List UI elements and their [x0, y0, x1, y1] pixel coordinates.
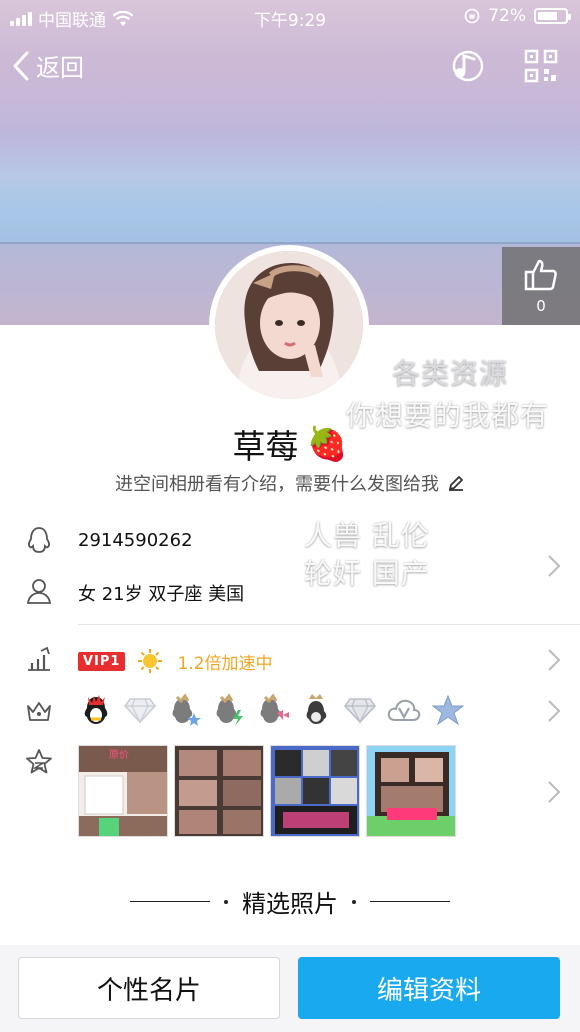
- qr-code-icon[interactable]: [524, 49, 558, 83]
- photo-thumbnail[interactable]: 原价: [78, 745, 168, 837]
- penguin-bolt-icon: [210, 692, 246, 728]
- back-button[interactable]: 返回: [12, 48, 84, 83]
- orientation-lock-icon: [464, 8, 480, 24]
- edit-pencil-icon[interactable]: [447, 474, 465, 492]
- battery-icon: [534, 8, 571, 24]
- photo-thumbnail[interactable]: [366, 745, 456, 837]
- user-icon: [22, 574, 56, 608]
- profile-details: 女 21岁 双子座 美国: [78, 584, 245, 605]
- qq-red-icon: [78, 692, 114, 728]
- thumbs-up-icon: [524, 259, 557, 291]
- chevron-left-icon: [13, 51, 29, 80]
- profile-bio[interactable]: 进空间相册看有介绍，需要什么发图给我: [0, 470, 580, 496]
- selected-photos-header: 精选照片: [0, 884, 580, 919]
- profile-name: 草莓 🍓: [0, 420, 580, 468]
- music-note-icon[interactable]: [446, 46, 486, 86]
- status-right: 72%: [464, 6, 571, 26]
- section-divider: [78, 624, 580, 625]
- vip-row[interactable]: VIP1 1.2倍加速中: [0, 640, 580, 680]
- badges-row[interactable]: [0, 690, 580, 732]
- divider-dot: [224, 899, 228, 904]
- svg-text:原价: 原价: [109, 749, 129, 761]
- profile-bio-text: 进空间相册看有介绍，需要什么发图给我: [115, 474, 439, 495]
- qq-penguin-icon: [22, 524, 56, 558]
- chevron-right-icon: [548, 700, 561, 722]
- battery-percent: 72%: [488, 6, 526, 26]
- avatar-photo: [215, 251, 363, 399]
- profile-name-text: 草莓: [232, 427, 299, 466]
- favorite-star-icon: [22, 745, 56, 779]
- edit-profile-button[interactable]: 编辑资料: [298, 957, 560, 1019]
- chevron-right-icon: [548, 649, 561, 671]
- selected-photos-title: 精选照片: [242, 890, 338, 918]
- avatar[interactable]: [209, 245, 369, 405]
- vip-badge: VIP1: [78, 651, 126, 671]
- cloud-v-icon: [386, 692, 422, 728]
- level-up-icon: [22, 642, 56, 676]
- cover-horizon: [0, 242, 580, 244]
- back-label: 返回: [36, 54, 84, 82]
- divider-line: [130, 901, 210, 902]
- strawberry-icon: 🍓: [306, 424, 348, 463]
- qq-number: 2914590262: [78, 530, 193, 551]
- star-blue-icon: [430, 692, 466, 728]
- photo-thumbnail[interactable]: [270, 745, 360, 837]
- diamond-gray-icon: [342, 692, 378, 728]
- speed-label: 1.2倍加速中: [177, 653, 273, 674]
- divider-line: [370, 901, 450, 902]
- photo-thumbnails: 原价: [78, 745, 456, 837]
- personal-card-button[interactable]: 个性名片: [18, 957, 280, 1019]
- info-section[interactable]: 2914590262 女 21岁 双子座 美国: [0, 520, 580, 610]
- avatar-portrait: [215, 251, 363, 399]
- bottom-action-bar: 个性名片 编辑资料: [0, 945, 580, 1032]
- crown-icon: [22, 694, 56, 728]
- chevron-right-icon: [548, 555, 561, 577]
- chevron-right-icon: [548, 781, 561, 803]
- like-button[interactable]: 0: [502, 247, 580, 325]
- like-count: 0: [536, 297, 546, 315]
- sun-icon: [138, 649, 163, 673]
- penguin-crown-icon: [298, 692, 334, 728]
- divider-dot: [352, 899, 356, 904]
- nav-actions: [446, 46, 558, 86]
- vip-info: VIP1 1.2倍加速中: [78, 648, 273, 674]
- diamond-icon: [122, 692, 158, 728]
- penguin-bow-icon: [254, 692, 290, 728]
- status-bar: 中国联通 下午9:29 72%: [0, 0, 580, 34]
- watermark-line-1: 各类资源: [392, 357, 509, 390]
- top-nav: 返回: [0, 40, 580, 92]
- penguin-star-icon: [166, 692, 202, 728]
- photo-thumbnail[interactable]: [174, 745, 264, 837]
- badge-list: [78, 692, 466, 728]
